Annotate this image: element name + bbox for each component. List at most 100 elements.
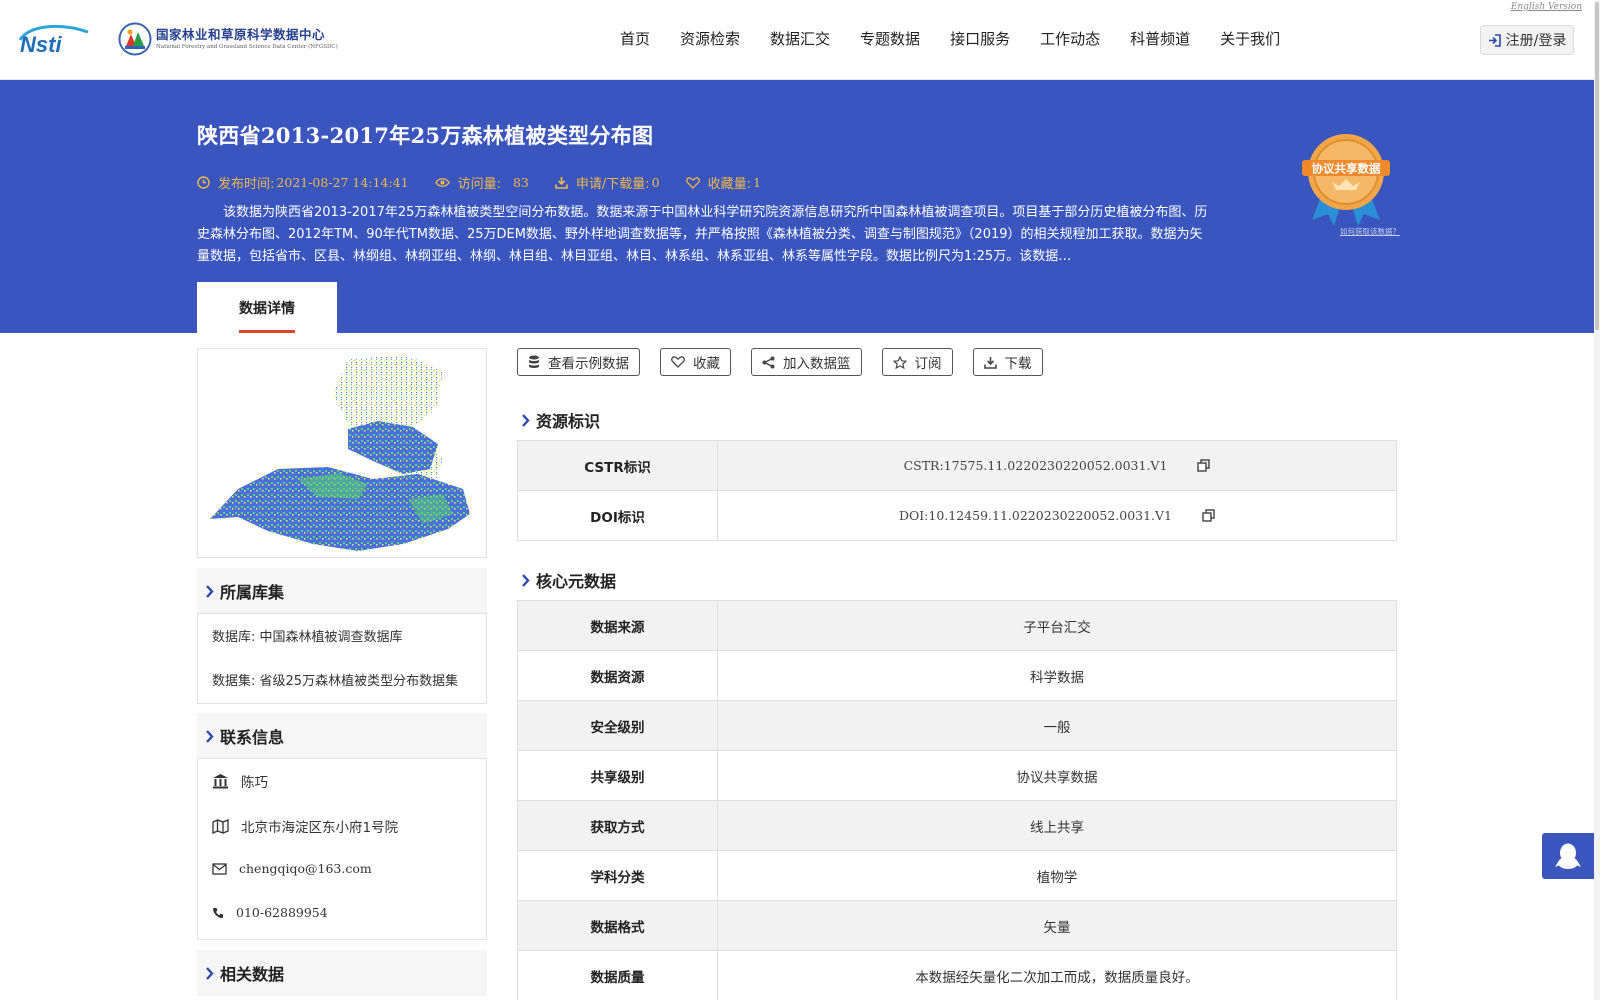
doi-key: DOI标识 bbox=[517, 490, 718, 541]
phone-icon bbox=[212, 907, 223, 918]
table-row: 数据来源 子平台汇交 bbox=[517, 600, 1397, 651]
visit-count: 访问量: 83 bbox=[434, 173, 529, 192]
nav-resource-search[interactable]: 资源检索 bbox=[680, 28, 740, 49]
database-icon bbox=[529, 355, 539, 368]
nav-science-channel[interactable]: 科普频道 bbox=[1130, 28, 1190, 49]
data-quality-key: 数据质量 bbox=[517, 950, 718, 1000]
org-emblem-icon bbox=[118, 22, 152, 56]
cstr-cell: CSTR:17575.11.0220230220052.0031.V1 bbox=[717, 440, 1397, 491]
contact-section-header: 联系信息 bbox=[197, 713, 487, 759]
nav-home[interactable]: 首页 bbox=[620, 28, 650, 49]
visit-count-value: 83 bbox=[512, 175, 529, 190]
sign-in-icon bbox=[1488, 33, 1501, 47]
download-count: 申请/下载量: 0 bbox=[555, 173, 660, 192]
database-line[interactable]: 数据库: 中国森林植被调查数据库 bbox=[212, 626, 472, 645]
share-icon bbox=[762, 356, 775, 368]
nsti-logo[interactable]: Nsti bbox=[18, 22, 98, 56]
contact-phone-row: 010-62889954 bbox=[212, 905, 328, 920]
cstr-value: CSTR:17575.11.0220230220052.0031.V1 bbox=[903, 457, 1168, 473]
org-name-en: National Forestry and Grassland Science … bbox=[156, 44, 338, 51]
table-row: 数据格式 矢量 bbox=[517, 900, 1397, 951]
dataset-preview-map[interactable] bbox=[197, 348, 487, 558]
data-format-value: 矢量 bbox=[717, 900, 1397, 951]
subscribe-button[interactable]: 订阅 bbox=[881, 348, 953, 376]
contact-email[interactable]: chengqiqo@163.com bbox=[239, 861, 372, 876]
related-section-header: 相关数据 bbox=[197, 950, 487, 996]
chevron-right-icon bbox=[206, 584, 214, 598]
visit-count-label: 访问量: bbox=[457, 177, 501, 192]
data-source-key: 数据来源 bbox=[517, 600, 718, 651]
dataset-label: 数据集: bbox=[212, 674, 256, 689]
qq-penguin-icon bbox=[1555, 843, 1581, 869]
doi-value: DOI:10.12459.11.0220230220052.0031.V1 bbox=[898, 507, 1173, 523]
copy-icon[interactable] bbox=[1197, 458, 1211, 472]
clock-icon bbox=[197, 176, 210, 189]
data-resource-value: 科学数据 bbox=[717, 650, 1397, 701]
nav-about-us[interactable]: 关于我们 bbox=[1220, 28, 1280, 49]
action-buttons: 查看示例数据 收藏 加入数据篮 订阅 下载 bbox=[517, 348, 1063, 376]
core-metadata-title: 核心元数据 bbox=[536, 572, 617, 591]
bank-icon bbox=[213, 774, 228, 789]
identifier-table: CSTR标识 CSTR:17575.11.0220230220052.0031.… bbox=[517, 440, 1397, 541]
table-row: CSTR标识 CSTR:17575.11.0220230220052.0031.… bbox=[517, 440, 1397, 491]
chevron-right-icon bbox=[206, 729, 214, 743]
data-format-key: 数据格式 bbox=[517, 900, 718, 951]
dataset-hero-banner: 陕西省2013-2017年25万森林植被类型分布图 发布时间: 2021-08-… bbox=[0, 80, 1594, 333]
publish-time-value: 2021-08-27 14:14:41 bbox=[276, 175, 409, 190]
nav-news[interactable]: 工作动态 bbox=[1040, 28, 1100, 49]
nav-thematic-data[interactable]: 专题数据 bbox=[860, 28, 920, 49]
favorite-button[interactable]: 收藏 bbox=[660, 348, 731, 376]
access-method-value: 线上共享 bbox=[717, 800, 1397, 851]
contact-name: 陈巧 bbox=[241, 775, 268, 791]
add-to-basket-button[interactable]: 加入数据篮 bbox=[751, 348, 862, 376]
dataset-line[interactable]: 数据集: 省级25万森林植被类型分布数据集 bbox=[212, 670, 472, 689]
table-row: 数据资源 科学数据 bbox=[517, 650, 1397, 701]
nav-data-submission[interactable]: 数据汇交 bbox=[770, 28, 830, 49]
database-value: 中国森林植被调查数据库 bbox=[259, 630, 403, 645]
star-icon bbox=[892, 355, 907, 369]
page-scrollbar-thumb[interactable] bbox=[1595, 2, 1599, 330]
tab-data-details-label: 数据详情 bbox=[239, 300, 295, 317]
dataset-description: 该数据为陕西省2013-2017年25万森林植被类型空间分布数据。数据来源于中国… bbox=[197, 205, 1208, 264]
org-logo[interactable]: 国家林业和草原科学数据中心 National Forestry and Gras… bbox=[118, 22, 338, 56]
chevron-right-icon bbox=[522, 413, 530, 427]
table-row: DOI标识 DOI:10.12459.11.0220230220052.0031… bbox=[517, 490, 1397, 541]
access-method-key: 获取方式 bbox=[517, 800, 718, 851]
download-button[interactable]: 下载 bbox=[972, 348, 1043, 376]
table-row: 安全级别 一般 bbox=[517, 700, 1397, 751]
contact-section-title: 联系信息 bbox=[220, 728, 285, 747]
security-level-value: 一般 bbox=[717, 700, 1397, 751]
resource-identifier-title: 资源标识 bbox=[536, 412, 601, 431]
related-section-title: 相关数据 bbox=[220, 965, 285, 984]
table-row: 共享级别 协议共享数据 bbox=[517, 750, 1397, 801]
collection-section-header: 所属库集 bbox=[197, 568, 487, 614]
chevron-right-icon bbox=[522, 573, 530, 587]
table-row: 获取方式 线上共享 bbox=[517, 800, 1397, 851]
tab-data-details[interactable]: 数据详情 bbox=[197, 282, 337, 333]
favorite-label: 收藏 bbox=[693, 356, 720, 372]
share-level-value: 协议共享数据 bbox=[717, 750, 1397, 801]
data-resource-key: 数据资源 bbox=[517, 650, 718, 701]
contact-name-row: 陈巧 bbox=[212, 771, 268, 791]
english-version-link[interactable]: English Version bbox=[1511, 2, 1582, 12]
qq-chat-button[interactable] bbox=[1542, 833, 1594, 879]
nav-api-service[interactable]: 接口服务 bbox=[950, 28, 1010, 49]
contact-email-row: chengqiqo@163.com bbox=[212, 861, 372, 876]
map-icon bbox=[212, 818, 229, 834]
download-count-label: 申请/下载量: bbox=[575, 177, 650, 192]
share-award-badge: 协议共享数据 bbox=[1302, 134, 1390, 226]
login-register-button[interactable]: 注册/登录 bbox=[1480, 25, 1574, 55]
collection-section-title: 所属库集 bbox=[220, 583, 285, 602]
chevron-right-icon bbox=[206, 966, 214, 980]
view-sample-data-button[interactable]: 查看示例数据 bbox=[517, 348, 640, 376]
org-name-cn: 国家林业和草原科学数据中心 bbox=[156, 26, 326, 42]
eye-icon bbox=[434, 178, 450, 187]
table-row: 数据质量 本数据经矢量化二次加工而成，数据质量良好。 bbox=[517, 950, 1397, 1000]
download-count-value: 0 bbox=[651, 175, 660, 190]
contact-address-row: 北京市海淀区东小府1号院 bbox=[212, 816, 398, 836]
contact-box: 陈巧 北京市海淀区东小府1号院 chengqiqo@163.com 010-62… bbox=[197, 758, 487, 940]
favorite-count-value: 1 bbox=[752, 175, 761, 190]
copy-icon[interactable] bbox=[1202, 508, 1215, 522]
cstr-key: CSTR标识 bbox=[517, 440, 718, 491]
how-to-get-data-link[interactable]: 如何获取该数据？ bbox=[1340, 226, 1400, 237]
